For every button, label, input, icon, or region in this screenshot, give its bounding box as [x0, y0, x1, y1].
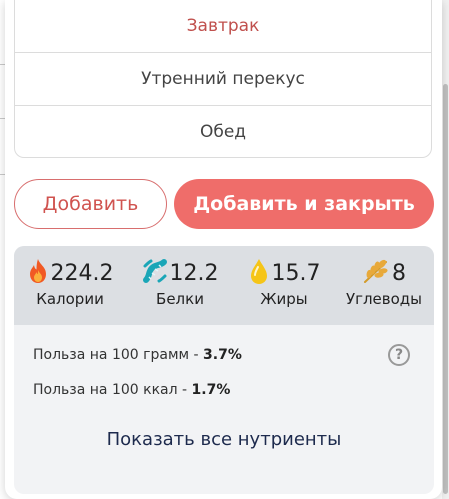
calories-label: Калории [36, 290, 104, 308]
meal-option-lunch[interactable]: Обед [15, 106, 431, 158]
meal-option-breakfast[interactable]: Завтрак [15, 0, 431, 53]
macro-fat: 15.7 Жиры [236, 258, 332, 308]
fire-icon [27, 258, 49, 288]
scrollbar-thumb[interactable] [443, 84, 448, 494]
carbs-label: Углеводы [345, 290, 423, 308]
macro-carbs: 8 Углеводы [336, 258, 432, 308]
protein-value: 12.2 [169, 260, 219, 286]
protein-helix-icon [142, 258, 168, 288]
carbs-value: 8 [392, 260, 406, 286]
benefit-per-100g-label: Польза на 100 грамм - [33, 347, 204, 363]
fat-label: Жиры [260, 290, 308, 308]
macros-bar: 224.2 Калории 12.2 Белки 15.7 Жиры 8 Угл… [14, 246, 434, 325]
add-button[interactable]: Добавить [14, 179, 167, 229]
meal-select-list: Завтрак Утренний перекус Обед [14, 0, 432, 158]
benefit-per-100kcal: Польза на 100 ккал - 1.7% [33, 382, 230, 398]
help-icon[interactable]: ? [388, 344, 410, 366]
show-all-nutrients-link[interactable]: Показать все нутриенты [14, 429, 434, 450]
fat-value: 15.7 [271, 260, 321, 286]
benefit-per-100g-value: 3.7% [203, 347, 242, 363]
benefit-per-100kcal-value: 1.7% [191, 382, 231, 398]
macro-calories: 224.2 Калории [22, 258, 118, 308]
benefit-per-100g: Польза на 100 грамм - 3.7% [33, 347, 242, 363]
nutrition-panel: 224.2 Калории 12.2 Белки 15.7 Жиры 8 Угл… [14, 246, 434, 494]
benefit-per-100kcal-label: Польза на 100 ккал - [33, 382, 192, 398]
wheat-icon [362, 258, 390, 288]
protein-label: Белки [156, 290, 204, 308]
meal-option-morning-snack[interactable]: Утренний перекус [15, 53, 431, 106]
calories-value: 224.2 [50, 260, 114, 286]
macro-protein: 12.2 Белки [132, 258, 228, 308]
add-and-close-button[interactable]: Добавить и закрыть [174, 179, 434, 229]
scrollbar-track[interactable] [442, 0, 449, 499]
fat-drop-icon [248, 257, 270, 289]
